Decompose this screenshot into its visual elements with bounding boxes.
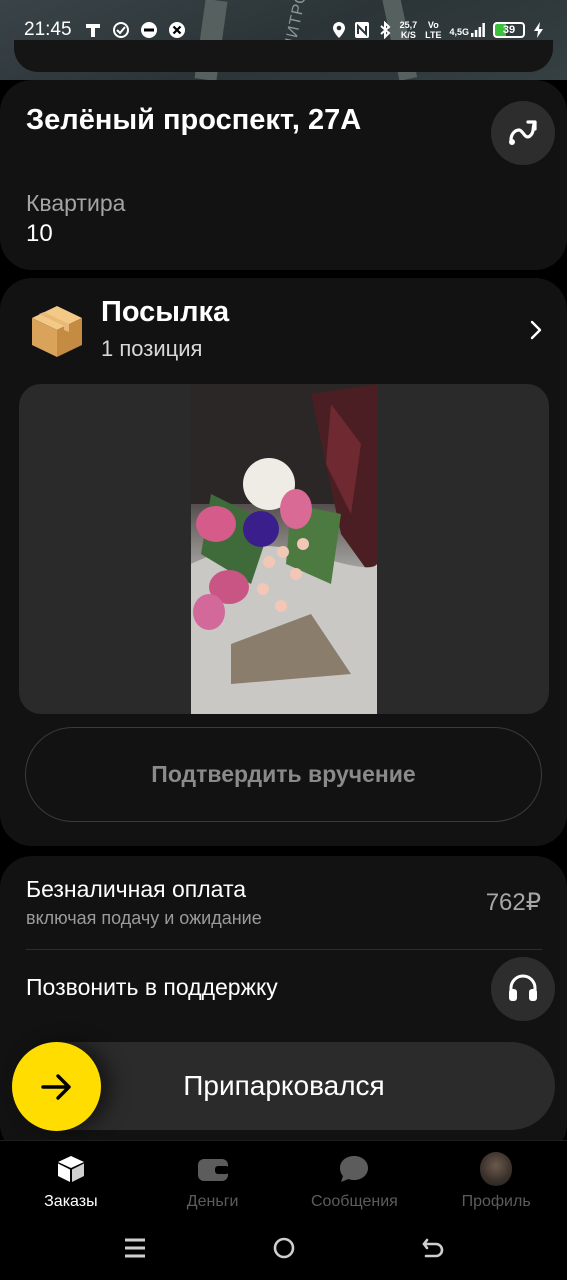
parcel-subtitle: 1 позиция <box>101 336 203 361</box>
bottom-tab-bar: Заказы Деньги Сообщения Профиль <box>0 1140 567 1216</box>
menu-icon[interactable] <box>122 1235 148 1261</box>
nfc-icon <box>354 22 369 38</box>
apartment-value: 10 <box>26 220 53 247</box>
tab-profile[interactable]: Профиль <box>425 1141 567 1216</box>
arrow-right-icon <box>40 1073 71 1100</box>
tab-label: Профиль <box>461 1193 531 1210</box>
tab-messages[interactable]: Сообщения <box>284 1141 426 1216</box>
parcel-photo-frame[interactable] <box>19 384 549 714</box>
tab-orders[interactable]: Заказы <box>0 1141 142 1216</box>
volte-indicator: Vo LTE <box>425 20 442 40</box>
chevron-right-icon[interactable] <box>524 318 548 342</box>
battery-indicator: 39 <box>493 22 525 38</box>
tab-label: Деньги <box>186 1193 239 1210</box>
parked-label: Припарковался <box>183 1070 385 1101</box>
x-circle-icon <box>168 22 185 38</box>
payment-title: Безналичная оплата <box>26 876 247 902</box>
system-nav-bar <box>0 1216 567 1280</box>
location-icon <box>332 22 345 38</box>
address-title: Зелёный проспект, 27А <box>26 104 362 136</box>
route-icon <box>509 120 537 145</box>
t-app-icon <box>85 24 100 37</box>
network-speed: 25,7 K/S <box>399 20 418 40</box>
signal-icon <box>471 23 485 37</box>
payment-subtitle: включая подачу и ожидание <box>26 908 262 928</box>
route-button[interactable] <box>491 101 555 165</box>
tab-label: Сообщения <box>310 1193 398 1210</box>
flowers-image <box>191 384 377 714</box>
bluetooth-icon <box>379 21 391 39</box>
back-icon[interactable] <box>420 1235 446 1261</box>
wallet-icon <box>197 1159 229 1181</box>
mir-icon <box>140 22 157 38</box>
previous-card-edge <box>14 40 553 72</box>
charging-icon <box>534 22 543 38</box>
chat-icon <box>340 1156 369 1182</box>
status-time: 21:45 <box>24 19 72 40</box>
parked-slider-handle[interactable] <box>12 1042 101 1131</box>
divider <box>26 949 542 950</box>
support-label[interactable]: Позвонить в поддержку <box>26 974 278 1001</box>
box-icon <box>57 1156 84 1182</box>
home-icon[interactable] <box>271 1235 297 1261</box>
tab-label: Заказы <box>44 1193 98 1210</box>
tab-money[interactable]: Деньги <box>142 1141 284 1216</box>
headset-icon <box>509 974 537 1001</box>
confirm-delivery-button[interactable]: Подтвердить вручение <box>25 727 542 822</box>
call-support-button[interactable] <box>491 957 555 1021</box>
signal-indicator: 4,5G <box>449 23 485 37</box>
apartment-label: Квартира <box>26 190 126 216</box>
box-icon <box>32 306 82 357</box>
parcel-photo[interactable] <box>191 384 377 714</box>
check-circle-icon <box>112 22 129 38</box>
avatar <box>480 1152 513 1186</box>
payment-amount: 762₽ <box>485 889 541 916</box>
parcel-title[interactable]: Посылка <box>101 296 229 329</box>
